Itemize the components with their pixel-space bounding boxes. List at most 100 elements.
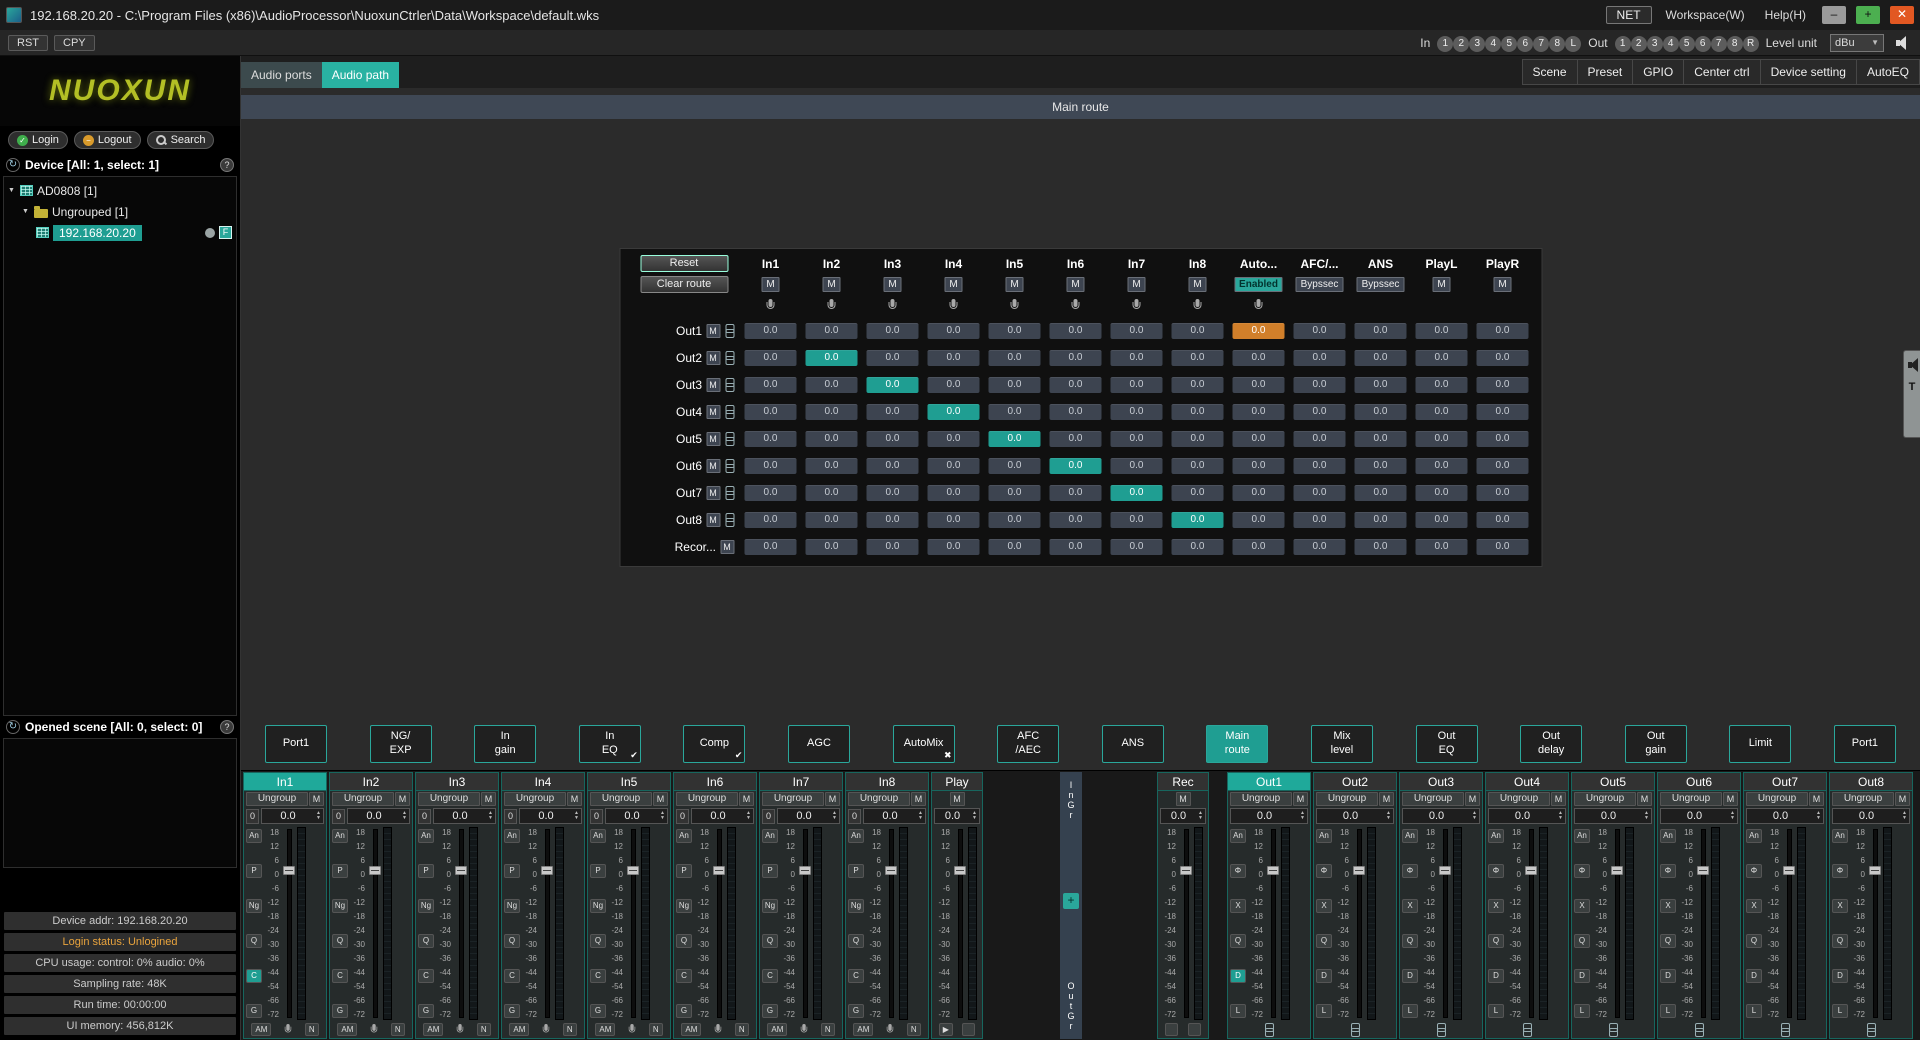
proc-btn-ng[interactable]: Ng	[590, 899, 606, 913]
gain-spinner[interactable]: 0.0▲▼	[1488, 808, 1566, 824]
col-state-in6[interactable]: M	[1066, 277, 1084, 292]
link-icon[interactable]	[724, 378, 734, 391]
route-cell-out7-ans[interactable]: 0.0	[1355, 485, 1407, 501]
route-cell-out7-afc[interactable]: 0.0	[1294, 485, 1346, 501]
route-cell-out2-in4[interactable]: 0.0	[928, 350, 980, 366]
mic-icon[interactable]	[1009, 298, 1021, 314]
route-cell-out8-afc[interactable]: 0.0	[1294, 512, 1346, 528]
mute-button[interactable]: M	[1723, 792, 1738, 806]
route-cell-out8-in5[interactable]: 0.0	[989, 512, 1041, 528]
route-cell-out6-playr[interactable]: 0.0	[1477, 458, 1529, 474]
route-cell-out2-auto[interactable]: 0.0	[1233, 350, 1285, 366]
fader-handle[interactable]	[627, 866, 639, 875]
chain-outeq-11[interactable]: Out EQ	[1416, 725, 1478, 763]
spinner-arrows[interactable]: ▲▼	[572, 811, 581, 821]
route-cell-out3-in3[interactable]: 0.0	[867, 377, 919, 393]
tab-devicesetting[interactable]: Device setting	[1760, 59, 1857, 85]
chain-ingain-2[interactable]: In gain	[474, 725, 536, 763]
spin-down-icon[interactable]: ▼	[1470, 816, 1479, 821]
proc-btn-l[interactable]: L	[1230, 1004, 1246, 1018]
route-cell-out2-in6[interactable]: 0.0	[1050, 350, 1102, 366]
row-mute-out5[interactable]: M	[706, 432, 720, 446]
proc-btn-c[interactable]: C	[418, 969, 434, 983]
link-icon[interactable]	[724, 351, 734, 364]
mute-button[interactable]: M	[739, 792, 754, 806]
n-button[interactable]: N	[821, 1023, 835, 1036]
route-cell-out5-ans[interactable]: 0.0	[1355, 431, 1407, 447]
proc-btn-an[interactable]: An	[1230, 829, 1246, 843]
route-cell-out3-auto[interactable]: 0.0	[1233, 377, 1285, 393]
fader[interactable]	[884, 827, 898, 1020]
tab-gpio[interactable]: GPIO	[1632, 59, 1684, 85]
mute-button[interactable]: M	[1637, 792, 1652, 806]
in-badge-l[interactable]: L	[1565, 36, 1581, 52]
spin-down-icon[interactable]: ▼	[1196, 816, 1205, 821]
row-mute-out1[interactable]: M	[706, 324, 720, 338]
logout-button[interactable]: − Logout	[74, 131, 141, 149]
route-cell-out5-playl[interactable]: 0.0	[1416, 431, 1468, 447]
proc-btn-q[interactable]: Q	[590, 934, 606, 948]
row-mute-out8[interactable]: M	[706, 513, 720, 527]
route-cell-out8-in3[interactable]: 0.0	[867, 512, 919, 528]
n-button[interactable]: N	[305, 1023, 319, 1036]
mute-button[interactable]: M	[1551, 792, 1566, 806]
minimize-button[interactable]: –	[1822, 6, 1846, 24]
route-cell-out4-in5[interactable]: 0.0	[989, 404, 1041, 420]
mic-icon[interactable]	[713, 1023, 723, 1037]
route-cell-out8-in8[interactable]: 0.0	[1172, 512, 1224, 528]
spin-down-icon[interactable]: ▼	[1642, 816, 1651, 821]
mic-icon[interactable]	[369, 1023, 379, 1037]
am-button[interactable]: AM	[251, 1023, 271, 1036]
spin-down-icon[interactable]: ▼	[1384, 816, 1393, 821]
strip-title-in5[interactable]: In5	[588, 773, 670, 791]
route-cell-recor-in5[interactable]: 0.0	[989, 539, 1041, 555]
fader[interactable]	[1438, 827, 1452, 1020]
route-cell-out4-playl[interactable]: 0.0	[1416, 404, 1468, 420]
group-button[interactable]: Ungroup	[1832, 792, 1894, 806]
route-cell-out2-afc[interactable]: 0.0	[1294, 350, 1346, 366]
proc-btn-q[interactable]: Q	[246, 934, 262, 948]
proc-btn-c[interactable]: C	[676, 969, 692, 983]
gain-spinner[interactable]: 0.0▲▼	[519, 808, 582, 824]
row-mute-out4[interactable]: M	[706, 405, 720, 419]
gain-spinner[interactable]: 0.0▲▼	[1230, 808, 1308, 824]
am-button[interactable]: AM	[853, 1023, 873, 1036]
link-icon[interactable]	[1780, 1023, 1790, 1036]
group-button[interactable]: Ungroup	[848, 792, 910, 806]
group-button[interactable]: Ungroup	[1574, 792, 1636, 806]
group-button[interactable]: Ungroup	[418, 792, 480, 806]
login-button[interactable]: ✓ Login	[8, 131, 68, 149]
mic-icon[interactable]	[887, 298, 899, 314]
fader-handle[interactable]	[283, 866, 295, 875]
proc-btn-q[interactable]: Q	[1746, 934, 1762, 948]
record-setting-button[interactable]	[1188, 1023, 1201, 1036]
group-button[interactable]: Ungroup	[676, 792, 738, 806]
route-cell-out1-playl[interactable]: 0.0	[1416, 323, 1468, 339]
proc-btn-[interactable]: Φ	[1660, 864, 1676, 878]
in-badge-3[interactable]: 3	[1469, 36, 1485, 52]
proc-btn-c[interactable]: C	[332, 969, 348, 983]
route-cell-recor-in6[interactable]: 0.0	[1050, 539, 1102, 555]
group-button[interactable]: Ungroup	[504, 792, 566, 806]
route-cell-out2-in7[interactable]: 0.0	[1111, 350, 1163, 366]
route-cell-out4-playr[interactable]: 0.0	[1477, 404, 1529, 420]
out-badge-r[interactable]: R	[1743, 36, 1759, 52]
col-state-in8[interactable]: M	[1188, 277, 1206, 292]
gain-spinner[interactable]: 0.0▲▼	[1832, 808, 1910, 824]
route-cell-out8-in6[interactable]: 0.0	[1050, 512, 1102, 528]
workspace-menu[interactable]: Workspace(W)	[1660, 8, 1751, 22]
proc-btn-p[interactable]: P	[504, 864, 520, 878]
chain-afcaec-7[interactable]: AFC /AEC	[997, 725, 1059, 763]
spinner-arrows[interactable]: ▲▼	[970, 811, 979, 821]
spinner-arrows[interactable]: ▲▼	[1642, 811, 1651, 821]
record-button[interactable]	[1165, 1023, 1178, 1036]
route-cell-out5-afc[interactable]: 0.0	[1294, 431, 1346, 447]
link-icon[interactable]	[1866, 1023, 1876, 1036]
proc-btn-x[interactable]: X	[1574, 899, 1590, 913]
help-icon[interactable]: ?	[220, 158, 234, 172]
route-cell-out2-in1[interactable]: 0.0	[745, 350, 797, 366]
route-cell-out5-playr[interactable]: 0.0	[1477, 431, 1529, 447]
route-cell-out1-in8[interactable]: 0.0	[1172, 323, 1224, 339]
route-cell-out8-ans[interactable]: 0.0	[1355, 512, 1407, 528]
route-cell-out1-in6[interactable]: 0.0	[1050, 323, 1102, 339]
